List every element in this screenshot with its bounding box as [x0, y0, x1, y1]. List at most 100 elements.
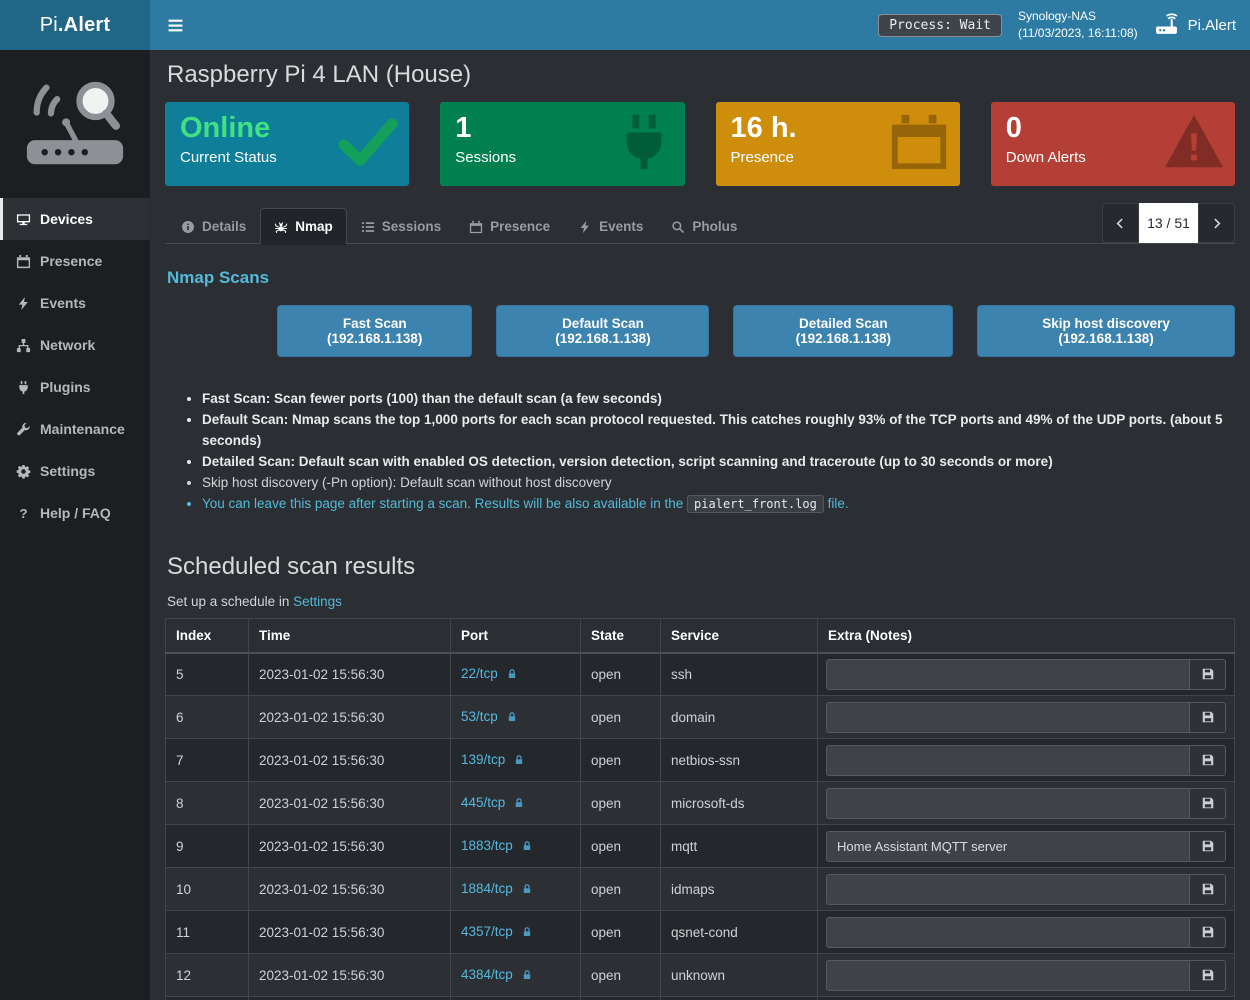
sidebar-item-devices[interactable]: Devices	[0, 198, 150, 240]
sidebar-item-settings[interactable]: Settings	[0, 450, 150, 492]
host-name: Synology-NAS	[1018, 8, 1138, 25]
plug-icon	[15, 380, 31, 395]
save-note-button[interactable]	[1189, 917, 1226, 948]
tab-details[interactable]: Details	[167, 208, 260, 244]
port-link[interactable]: 22/tcp	[461, 666, 498, 681]
note-input[interactable]	[826, 960, 1189, 991]
tab-presence[interactable]: Presence	[455, 208, 564, 244]
settings-link[interactable]: Settings	[293, 594, 342, 609]
cell-time: 2023-01-02 15:56:30	[249, 653, 451, 696]
main-content: Raspberry Pi 4 LAN (House) Today Online …	[150, 50, 1250, 1000]
save-note-button[interactable]	[1189, 745, 1226, 776]
note-input[interactable]	[826, 702, 1189, 733]
device-tabs: Details Nmap Sessions Presence Events Ph…	[165, 208, 1235, 244]
save-note-button[interactable]	[1189, 702, 1226, 733]
table-header-cell: Time	[249, 619, 451, 653]
schedule-hint: Set up a schedule in Settings	[167, 594, 1235, 609]
scan-button-skip[interactable]: Skip host discovery (192.168.1.138)	[977, 305, 1235, 357]
tab-nmap[interactable]: Nmap	[260, 208, 347, 244]
port-link[interactable]: 4384/tcp	[461, 967, 513, 982]
chevron-right-icon	[1210, 217, 1223, 230]
scan-button-default[interactable]: Default Scan (192.168.1.138)	[496, 305, 709, 357]
lock-icon	[513, 797, 525, 812]
sidebar-item-help-faq[interactable]: ? Help / FAQ	[0, 492, 150, 534]
port-link[interactable]: 1883/tcp	[461, 838, 513, 853]
lock-icon	[513, 754, 525, 769]
scan-buttons: Fast Scan (192.168.1.138) Default Scan (1…	[277, 305, 1235, 357]
note-input[interactable]	[826, 831, 1189, 862]
save-note-button[interactable]	[1189, 788, 1226, 819]
save-note-button[interactable]	[1189, 831, 1226, 862]
save-icon	[1201, 925, 1215, 939]
sidebar-item-maintenance[interactable]: Maintenance	[0, 408, 150, 450]
note-input[interactable]	[826, 874, 1189, 905]
lock-icon	[521, 883, 533, 898]
cell-time: 2023-01-02 15:56:30	[249, 868, 451, 911]
sidebar-item-events[interactable]: Events	[0, 282, 150, 324]
pialert-logo-graphic	[0, 50, 150, 198]
sidebar-item-network[interactable]: Network	[0, 324, 150, 366]
search-icon	[671, 220, 685, 234]
question-icon: ?	[15, 506, 31, 521]
sidebar-item-label: Settings	[40, 463, 95, 479]
port-link[interactable]: 53/tcp	[461, 709, 498, 724]
hamburger-icon[interactable]	[150, 0, 201, 50]
cell-index: 7	[166, 739, 249, 782]
save-note-button[interactable]	[1189, 960, 1226, 991]
tab-label: Details	[202, 219, 246, 234]
app-logo-text: Pi	[40, 14, 58, 37]
port-link[interactable]: 4357/tcp	[461, 924, 513, 939]
tab-events[interactable]: Events	[564, 208, 657, 244]
cell-notes	[818, 825, 1235, 868]
cell-time: 2023-01-02 15:56:30	[249, 825, 451, 868]
cell-service: qsnet-cond	[661, 911, 818, 954]
cell-service: ssh	[661, 653, 818, 696]
cell-time: 2023-01-02 15:56:30	[249, 997, 451, 1000]
app-logo-text-bold: .Alert	[58, 14, 110, 37]
tab-sessions[interactable]: Sessions	[347, 208, 455, 244]
save-note-button[interactable]	[1189, 874, 1226, 905]
nmap-scans-heading: Nmap Scans	[167, 268, 1235, 288]
tab-pholus[interactable]: Pholus	[657, 208, 751, 244]
scan-button-fast[interactable]: Fast Scan (192.168.1.138)	[277, 305, 472, 357]
user-menu[interactable]: Pi.Alert	[1154, 13, 1236, 38]
cell-index: 11	[166, 911, 249, 954]
table-header-cell: Index	[166, 619, 249, 653]
card-presence: 16 h. Presence	[716, 102, 960, 186]
scan-descriptions: Fast Scan: Scan fewer ports (100) than t…	[165, 388, 1235, 515]
plug-icon	[613, 111, 675, 173]
cell-index: 6	[166, 696, 249, 739]
note-input[interactable]	[826, 788, 1189, 819]
process-status-badge: Process: Wait	[878, 14, 1002, 37]
cell-service: microsoft-ds	[661, 782, 818, 825]
next-device-button[interactable]	[1198, 203, 1235, 243]
note-input[interactable]	[826, 917, 1189, 948]
sidebar-item-label: Maintenance	[40, 421, 125, 437]
table-row: 12 2023-01-02 15:56:30 4384/tcp open unk…	[166, 954, 1235, 997]
list-icon	[361, 220, 375, 234]
tab-label: Presence	[490, 219, 550, 234]
cell-state: open	[581, 825, 661, 868]
port-link[interactable]: 445/tcp	[461, 795, 505, 810]
lock-icon	[506, 711, 518, 726]
cell-state: open	[581, 696, 661, 739]
cell-time: 2023-01-02 15:56:30	[249, 739, 451, 782]
save-note-button[interactable]	[1189, 659, 1226, 690]
prev-device-button[interactable]	[1102, 203, 1139, 243]
app-logo[interactable]: Pi.Alert	[0, 0, 150, 50]
sidebar-item-label: Events	[40, 295, 86, 311]
note-input[interactable]	[826, 659, 1189, 690]
sidebar-item-presence[interactable]: Presence	[0, 240, 150, 282]
sidebar-item-label: Devices	[40, 211, 93, 227]
cell-time: 2023-01-02 15:56:30	[249, 954, 451, 997]
sidebar-item-plugins[interactable]: Plugins	[0, 366, 150, 408]
port-link[interactable]: 139/tcp	[461, 752, 505, 767]
lock-icon	[521, 969, 533, 984]
port-link[interactable]: 1884/tcp	[461, 881, 513, 896]
note-input[interactable]	[826, 745, 1189, 776]
cell-state: open	[581, 782, 661, 825]
scan-description-item: Default Scan: Nmap scans the top 1,000 p…	[202, 409, 1235, 451]
scan-description-item: Detailed Scan: Default scan with enabled…	[202, 451, 1235, 472]
save-icon	[1201, 796, 1215, 810]
scan-button-detailed[interactable]: Detailed Scan (192.168.1.138)	[733, 305, 953, 357]
